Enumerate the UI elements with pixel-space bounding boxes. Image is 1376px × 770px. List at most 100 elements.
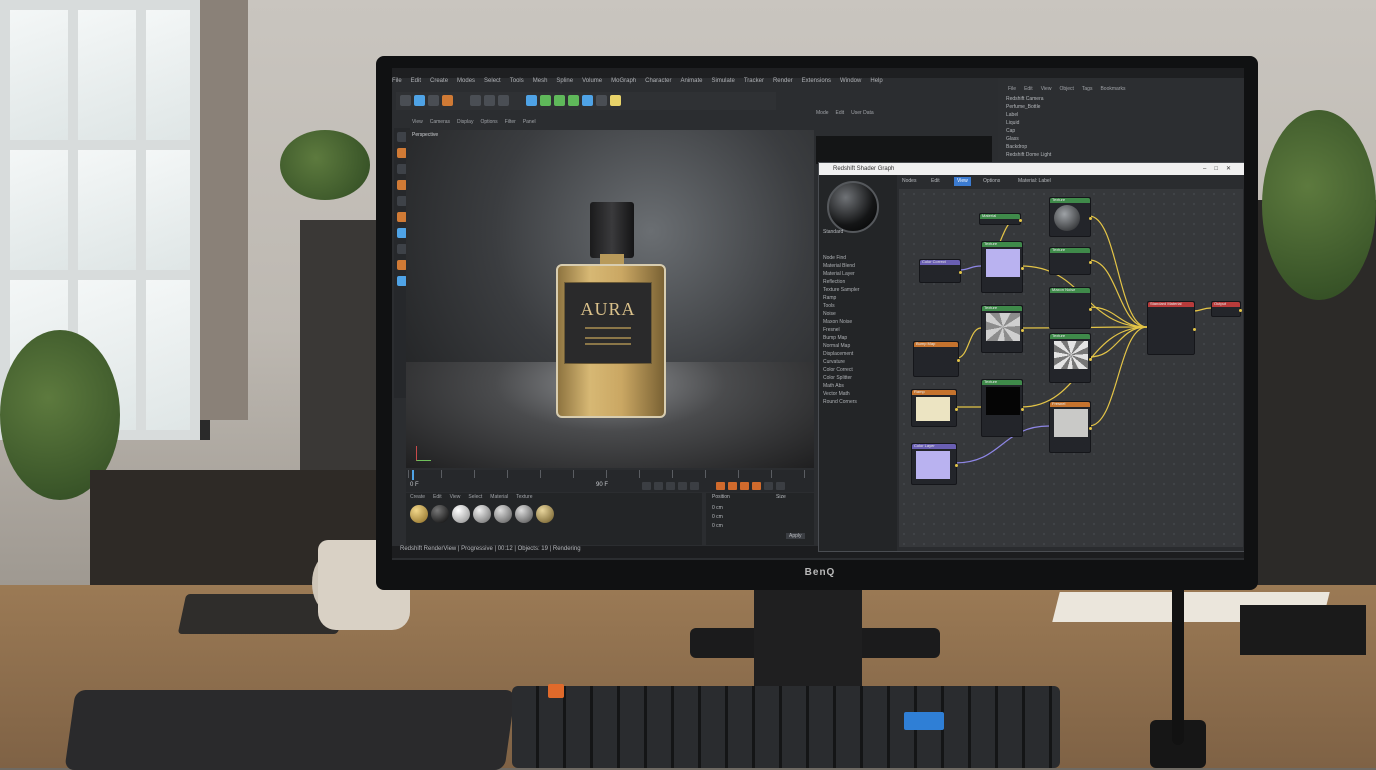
shader-node[interactable]: Fresnel xyxy=(1049,401,1092,453)
node-list-item[interactable]: Color Correct xyxy=(823,367,893,373)
output-port[interactable] xyxy=(1021,267,1024,270)
menu-item-4[interactable]: Select xyxy=(484,78,501,84)
material-menu-item-1[interactable]: Edit xyxy=(433,494,442,500)
node-list-item[interactable]: Maxon Noise xyxy=(823,319,893,325)
shader-node[interactable]: Output xyxy=(1211,301,1242,317)
menu-item-3[interactable]: Modes xyxy=(457,78,475,84)
generator-icon[interactable] xyxy=(554,95,565,106)
attribute-menu-item-0[interactable]: Mode xyxy=(816,110,829,116)
scale-key-icon[interactable] xyxy=(764,482,773,490)
play-icon[interactable] xyxy=(666,482,675,490)
node-list-item[interactable]: Curvature xyxy=(823,359,893,365)
node-tab[interactable]: Material: Label xyxy=(1015,177,1054,186)
timeline-ruler[interactable] xyxy=(408,470,812,478)
node-list-item[interactable]: Tools xyxy=(823,303,893,309)
output-port[interactable] xyxy=(959,271,962,274)
material-concrete[interactable] xyxy=(515,505,533,523)
attribute-menu-item-2[interactable]: User Data xyxy=(851,110,874,116)
material-menu-item-3[interactable]: Select xyxy=(468,494,482,500)
shader-node[interactable]: Standard Material xyxy=(1147,301,1196,355)
next-frame-icon[interactable] xyxy=(678,482,687,490)
shader-node[interactable]: Texture xyxy=(981,305,1024,353)
node-list-item[interactable]: Texture Sampler xyxy=(823,287,893,293)
timeline[interactable]: 0 F 90 F xyxy=(406,470,814,492)
3d-viewport[interactable]: Perspective AURA xyxy=(406,130,814,468)
material-menu-item-2[interactable]: View xyxy=(450,494,461,500)
node-list-item[interactable]: Bump Map xyxy=(823,335,893,341)
menu-item-2[interactable]: Create xyxy=(430,78,448,84)
object-row[interactable]: Label xyxy=(1006,112,1206,119)
node-list-item[interactable]: Round Corners xyxy=(823,399,893,405)
object-row[interactable]: Liquid xyxy=(1006,120,1206,127)
node-list-item[interactable]: Fresnel xyxy=(823,327,893,333)
menu-item-13[interactable]: Tracker xyxy=(744,78,764,84)
node-list-item[interactable]: Reflection xyxy=(823,279,893,285)
scale-tool-icon[interactable] xyxy=(428,95,439,106)
viewport-menu-item-4[interactable]: Filter xyxy=(505,119,516,125)
spline-icon[interactable] xyxy=(540,95,551,106)
coord-y-field[interactable]: 0 cm xyxy=(712,514,723,520)
menu-item-5[interactable]: Tools xyxy=(510,78,524,84)
node-tab[interactable]: Options xyxy=(980,177,1003,186)
viewport-menu-item-5[interactable]: Panel xyxy=(523,119,536,125)
output-port[interactable] xyxy=(1089,261,1092,264)
coord-x-field[interactable]: 0 cm xyxy=(712,505,723,511)
material-menu-item-5[interactable]: Texture xyxy=(516,494,532,500)
shader-node[interactable]: Material xyxy=(979,213,1022,225)
output-port[interactable] xyxy=(955,408,958,411)
object-menu-item-1[interactable]: Edit xyxy=(1024,86,1033,92)
output-port[interactable] xyxy=(957,359,960,362)
shader-node[interactable]: Texture xyxy=(1049,333,1092,383)
cloner-icon[interactable] xyxy=(568,95,579,106)
viewport-menu-item-1[interactable]: Cameras xyxy=(430,119,450,125)
camera-icon[interactable] xyxy=(596,95,607,106)
rotation-key-icon[interactable] xyxy=(776,482,785,490)
node-list-item[interactable]: Vector Math xyxy=(823,391,893,397)
material-menu-item-4[interactable]: Material xyxy=(490,494,508,500)
menu-item-8[interactable]: Volume xyxy=(582,78,602,84)
light-icon[interactable] xyxy=(610,95,621,106)
viewport-menu-item-3[interactable]: Options xyxy=(480,119,497,125)
object-row[interactable]: Perfume_Bottle xyxy=(1006,104,1206,111)
menu-item-7[interactable]: Spline xyxy=(556,78,573,84)
node-list-item[interactable]: Normal Map xyxy=(823,343,893,349)
shader-node[interactable]: Texture xyxy=(981,379,1024,437)
material-menu-item-0[interactable]: Create xyxy=(410,494,425,500)
material-chrome[interactable] xyxy=(494,505,512,523)
coord-z-field[interactable]: 0 cm xyxy=(712,523,723,529)
shader-node[interactable]: Color Layer xyxy=(911,443,958,485)
move-tool-icon[interactable] xyxy=(414,95,425,106)
render-view-icon[interactable] xyxy=(470,95,481,106)
autokey-icon[interactable] xyxy=(728,482,737,490)
output-port[interactable] xyxy=(955,464,958,467)
go-to-start-icon[interactable] xyxy=(642,482,651,490)
shader-node[interactable]: Color Correct xyxy=(919,259,962,283)
position-key-icon[interactable] xyxy=(752,482,761,490)
rotate-tool-icon[interactable] xyxy=(442,95,453,106)
object-menu-item-3[interactable]: Object xyxy=(1059,86,1073,92)
node-list-item[interactable]: Ramp xyxy=(823,295,893,301)
menu-item-17[interactable]: Help xyxy=(870,78,882,84)
output-port[interactable] xyxy=(1021,408,1024,411)
attribute-menu-item-1[interactable]: Edit xyxy=(836,110,845,116)
keyframe-selection-icon[interactable] xyxy=(740,482,749,490)
shader-node[interactable]: Texture xyxy=(1049,197,1092,237)
output-port[interactable] xyxy=(1089,308,1092,311)
menu-item-16[interactable]: Window xyxy=(840,78,861,84)
playhead[interactable] xyxy=(412,470,414,480)
menu-item-9[interactable]: MoGraph xyxy=(611,78,636,84)
menu-item-11[interactable]: Animate xyxy=(680,78,702,84)
end-frame-field[interactable]: 90 F xyxy=(596,482,608,488)
object-menu-item-2[interactable]: View xyxy=(1041,86,1052,92)
shader-node[interactable]: Texture xyxy=(981,241,1024,293)
menu-item-6[interactable]: Mesh xyxy=(533,78,548,84)
material-liquid[interactable] xyxy=(536,505,554,523)
node-tab[interactable]: Nodes xyxy=(899,177,919,186)
node-list-item[interactable]: Material Layer xyxy=(823,271,893,277)
node-list-item[interactable]: Displacement xyxy=(823,351,893,357)
output-port[interactable] xyxy=(1239,309,1242,312)
object-row[interactable]: Glass xyxy=(1006,136,1206,143)
output-port[interactable] xyxy=(1021,329,1024,332)
undo-icon[interactable] xyxy=(400,95,411,106)
deformer-icon[interactable] xyxy=(582,95,593,106)
